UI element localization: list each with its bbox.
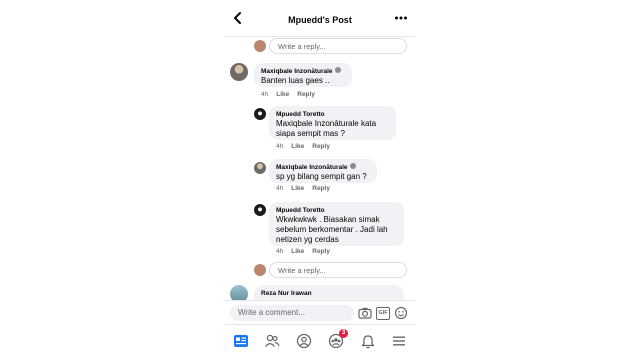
profile-icon[interactable] <box>296 333 312 349</box>
comment-text: Banten luas gaes .. <box>261 76 330 85</box>
comment-author[interactable]: Maxiqbale Inzonāturale <box>276 163 370 172</box>
comment-text-line: netizen yg cerdas <box>276 235 339 244</box>
bell-icon[interactable] <box>360 333 376 349</box>
comment-text: sp yg bilang sempit gan ? <box>276 172 367 181</box>
comment-meta: 4h Like Reply <box>276 248 338 255</box>
reply-input[interactable]: Write a reply... <box>269 262 407 278</box>
comment-time: 4h <box>261 91 269 98</box>
reply-button[interactable]: Reply <box>312 185 330 192</box>
comment-bubble: Maxiqbale Inzonāturale Banten luas gaes … <box>254 63 352 87</box>
avatar <box>254 264 266 276</box>
comment-time: 4h <box>276 143 284 150</box>
friends-icon[interactable] <box>264 333 280 349</box>
like-button[interactable]: Like <box>291 185 304 192</box>
comment-meta: 4h Like Reply <box>276 185 338 192</box>
comment-text-line: siapa sempit mas ? <box>276 129 345 138</box>
reply-button[interactable]: Reply <box>312 248 330 255</box>
avatar <box>230 63 248 81</box>
comment-meta: 4h Like Reply <box>276 143 338 150</box>
comment-meta: 4h Like Reply <box>261 91 323 98</box>
comment-text-line: Maxiqbale Inzonāturale kata <box>276 119 377 128</box>
like-button[interactable]: Like <box>291 143 304 150</box>
comment-time: 4h <box>276 185 284 192</box>
comment-author[interactable]: Mpuedd Toretto <box>276 206 397 215</box>
reply-input[interactable]: Write a reply... <box>269 38 407 54</box>
badge-icon <box>334 67 341 73</box>
gif-button[interactable]: GIF <box>376 307 390 320</box>
top-bar: Mpuedd's Post <box>224 0 416 37</box>
notification-badge: 3 <box>339 329 348 338</box>
comment-bubble: Reza Nur Irawan <box>254 285 404 300</box>
avatar <box>230 285 248 300</box>
comment-composer: Write a comment... GIF <box>224 300 416 325</box>
news-feed-icon[interactable] <box>233 333 249 349</box>
reply-button[interactable]: Reply <box>297 91 315 98</box>
comment-text-line: sebelum berkomentar . Jadi lah <box>276 225 388 234</box>
reply-button[interactable]: Reply <box>312 143 330 150</box>
menu-icon[interactable] <box>391 333 407 349</box>
more-horizontal-icon[interactable] <box>394 13 408 23</box>
comments-list: Write a reply... Maxiqbale Inzonāturale … <box>224 36 416 300</box>
comment-bubble: Mpuedd Toretto Wkwkwkwk . Biasakan simak… <box>269 202 404 246</box>
comment-author[interactable]: Maxiqbale Inzonāturale <box>261 67 345 76</box>
emoji-icon[interactable] <box>394 306 408 320</box>
avatar <box>254 40 266 52</box>
camera-icon[interactable] <box>358 306 372 320</box>
avatar <box>254 204 266 216</box>
bottom-navigation: 3 <box>224 324 416 360</box>
comment-author[interactable]: Mpuedd Toretto <box>276 110 389 119</box>
comment-time: 4h <box>276 248 284 255</box>
like-button[interactable]: Like <box>276 91 289 98</box>
comment-input[interactable]: Write a comment... <box>230 305 354 321</box>
phone-screen: Mpuedd's Post Write a reply... Maxiqbale… <box>224 0 416 360</box>
comment-bubble: Maxiqbale Inzonāturale sp yg bilang semp… <box>269 159 377 183</box>
comment-text-line: Wkwkwkwk . Biasakan simak <box>276 215 380 224</box>
comment-author[interactable]: Reza Nur Irawan <box>261 289 397 298</box>
badge-icon <box>349 163 356 169</box>
comment-bubble: Mpuedd Toretto Maxiqbale Inzonāturale ka… <box>269 106 396 140</box>
like-button[interactable]: Like <box>291 248 304 255</box>
avatar <box>254 108 266 120</box>
avatar <box>254 162 266 174</box>
page-title: Mpuedd's Post <box>288 15 352 25</box>
